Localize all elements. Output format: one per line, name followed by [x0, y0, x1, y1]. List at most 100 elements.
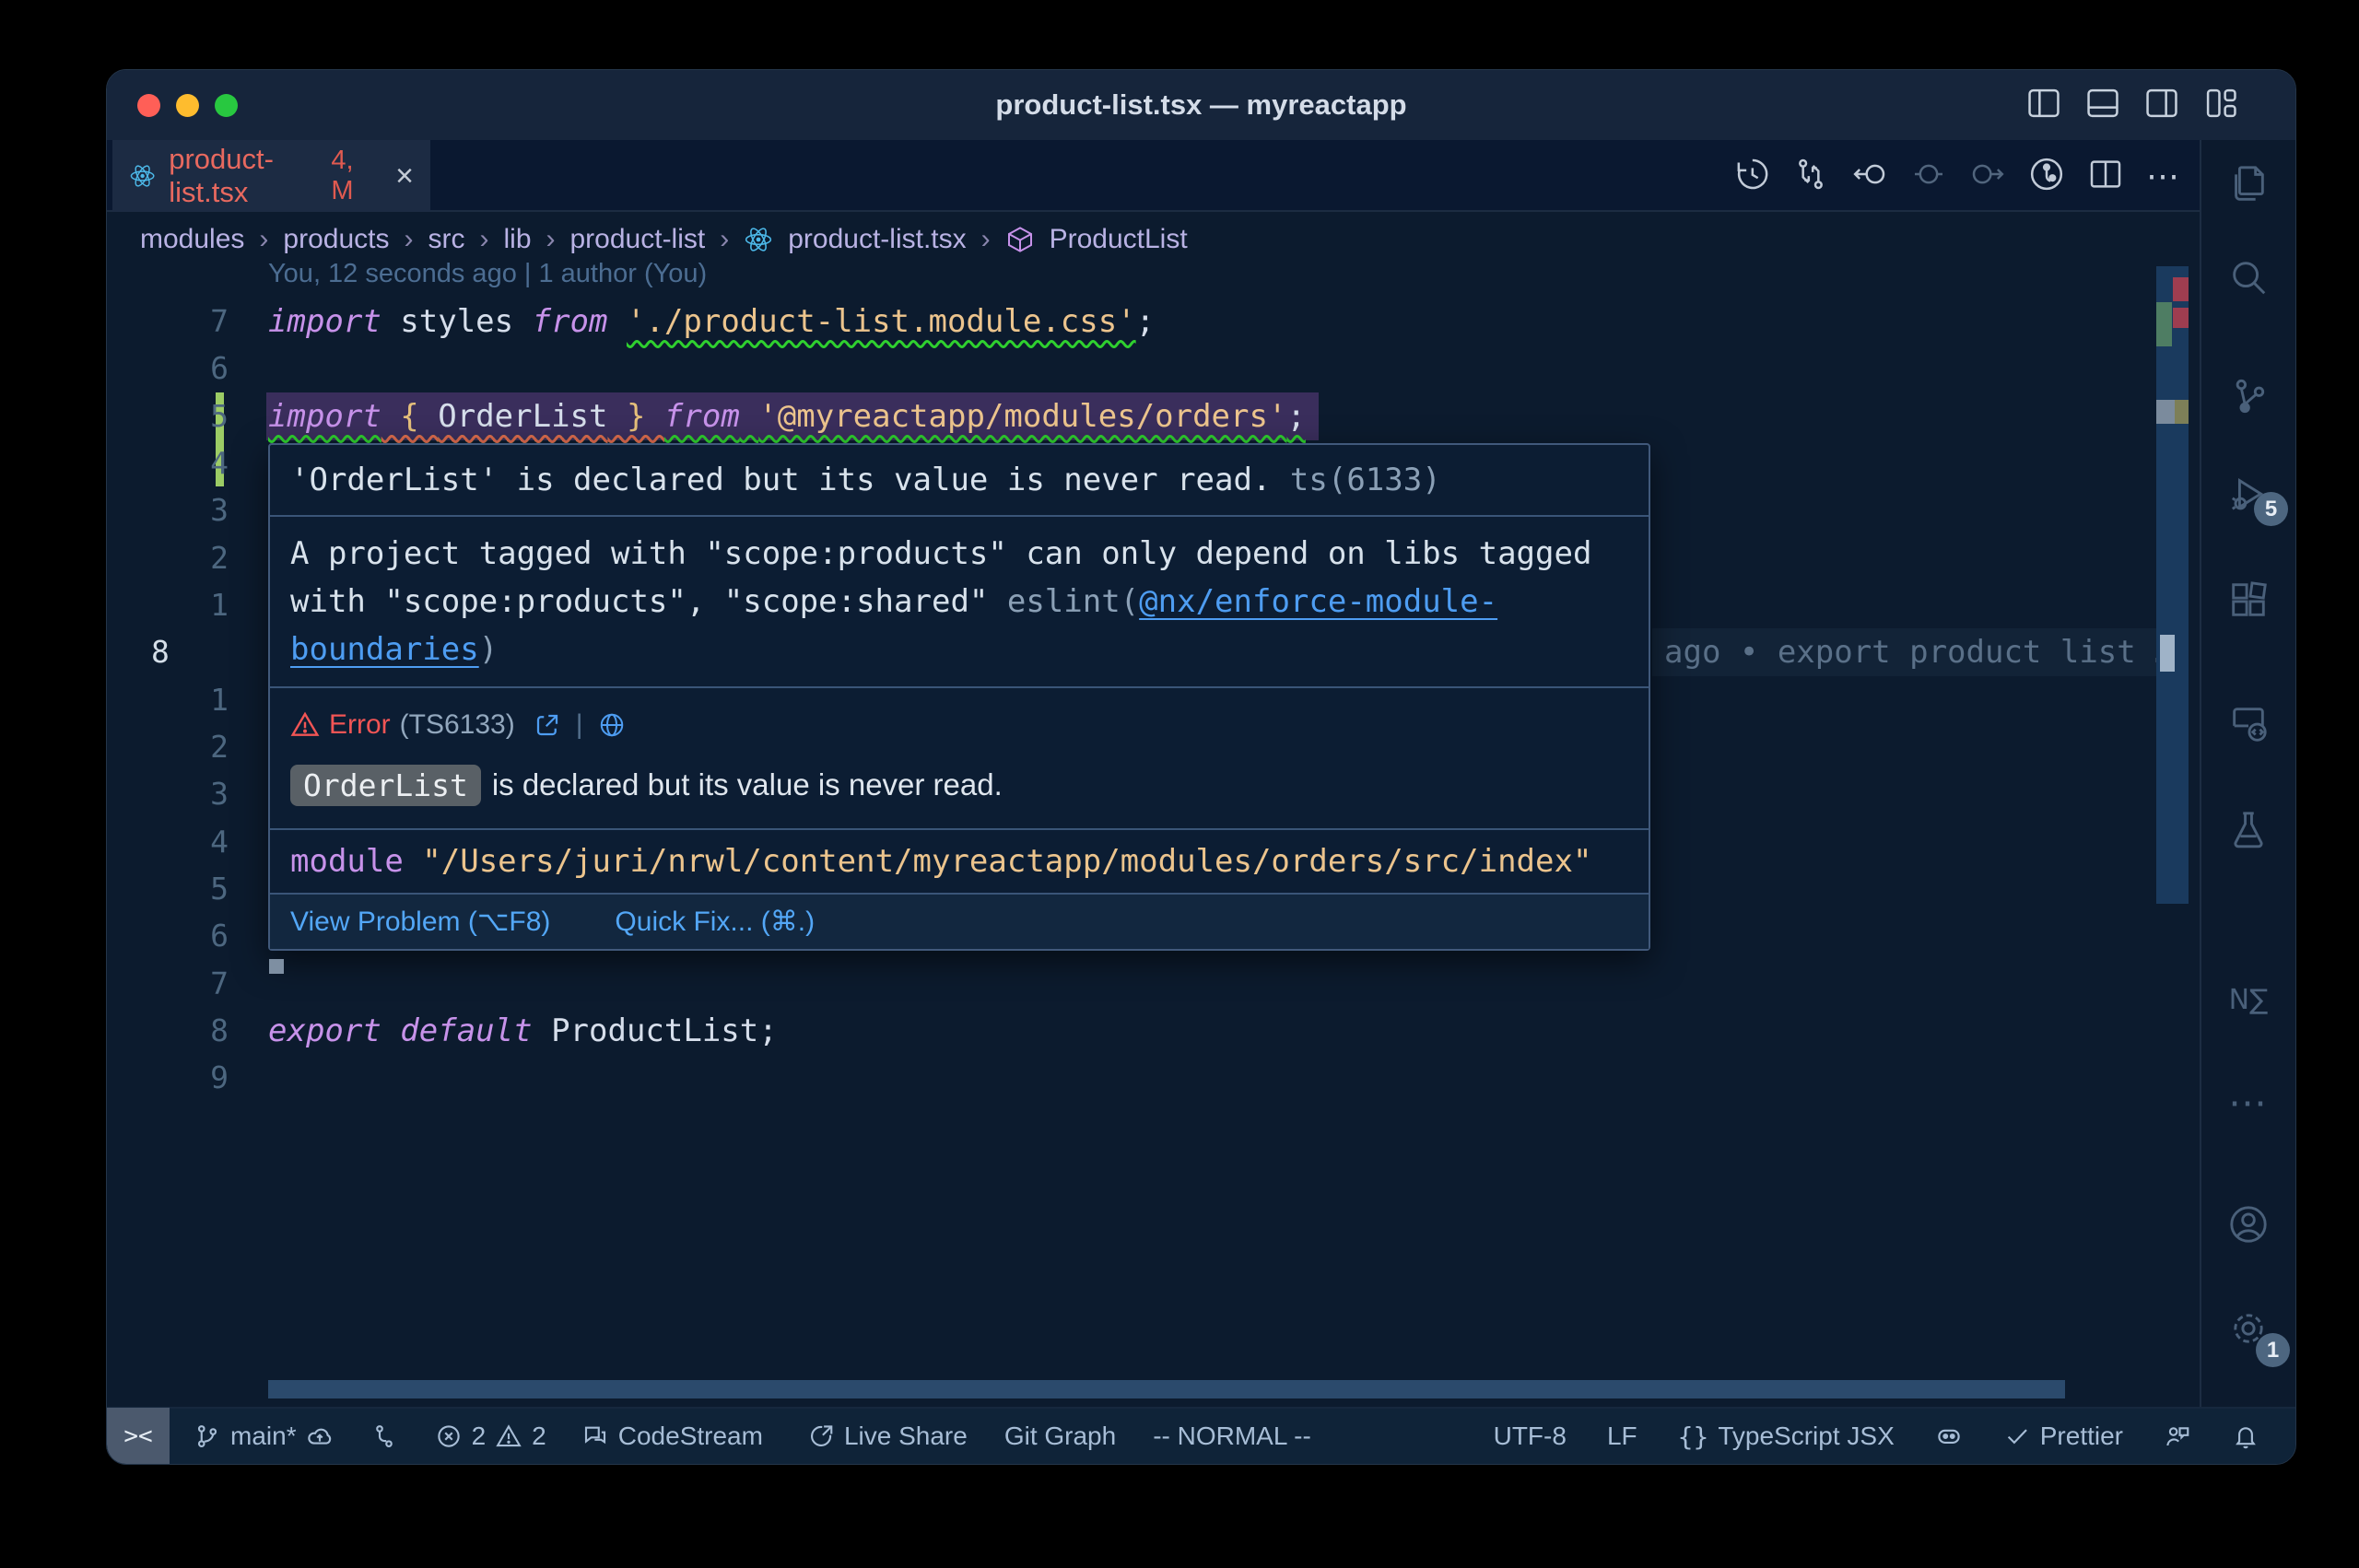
line-number: 6: [107, 912, 229, 960]
overview-ruler-cursor-mark: [2160, 635, 2175, 672]
keyword-import: import: [268, 398, 381, 435]
toggle-primary-sidebar-icon[interactable]: [2026, 88, 2061, 123]
line-number: 2: [107, 534, 229, 582]
line-number: 8: [107, 1007, 229, 1055]
account-icon[interactable]: [2227, 1203, 2270, 1246]
code-line-3[interactable]: import { OrderList } from '@myreactapp/m…: [268, 392, 1306, 440]
git-branch-item[interactable]: main*: [194, 1422, 334, 1451]
prettier-item[interactable]: Prettier: [2003, 1422, 2123, 1451]
testing-beaker-icon[interactable]: [2227, 809, 2270, 851]
breadcrumb-separator: ›: [259, 224, 268, 255]
vim-mode-item[interactable]: -- NORMAL --: [1153, 1422, 1311, 1451]
check-icon: [2003, 1422, 2031, 1450]
more-actions-icon[interactable]: ⋯: [2146, 157, 2183, 195]
codestream-label: CodeStream: [618, 1422, 763, 1451]
customize-layout-icon[interactable]: [2203, 88, 2238, 123]
breadcrumb-modules[interactable]: modules: [140, 224, 244, 255]
problems-item[interactable]: 2 2: [435, 1422, 546, 1451]
extensions-icon[interactable]: [2227, 579, 2270, 621]
previous-change-icon[interactable]: [1851, 156, 1888, 197]
line-number: 9: [107, 1054, 229, 1102]
source-control-icon[interactable]: [2227, 376, 2270, 418]
string-css-module-path: './product-list.module.css': [627, 303, 1136, 340]
bell-icon: [2232, 1422, 2259, 1450]
ts-diagnostic-message: 'OrderList' is declared but its value is…: [270, 445, 1649, 515]
brace-close: }: [607, 398, 663, 435]
semicolon: ;: [1136, 303, 1155, 340]
error-icon: [435, 1422, 463, 1450]
eslint-source-prefix: eslint(: [1007, 583, 1139, 620]
open-changes-icon[interactable]: [1792, 156, 1829, 197]
toggle-secondary-sidebar-icon[interactable]: [2144, 88, 2179, 123]
module-path-row: module "/Users/juri/nrwl/content/myreact…: [270, 830, 1649, 893]
quick-fix-action[interactable]: Quick Fix... (⌘.): [615, 906, 815, 938]
error-count: 2: [472, 1422, 487, 1451]
codestream-item[interactable]: CodeStream: [581, 1422, 763, 1451]
toggle-panel-icon[interactable]: [2085, 88, 2120, 123]
explorer-icon[interactable]: [2227, 162, 2270, 205]
warning-count: 2: [532, 1422, 546, 1451]
eol-item[interactable]: LF: [1607, 1422, 1637, 1451]
more-views-icon[interactable]: ⋯: [2228, 1080, 2269, 1125]
code-line-16[interactable]: export default ProductList;: [268, 1007, 778, 1055]
split-editor-icon[interactable]: [2087, 156, 2124, 197]
breadcrumb-product-list[interactable]: product-list: [570, 224, 706, 255]
horizontal-scrollbar[interactable]: [268, 1380, 2065, 1398]
breadcrumb-src[interactable]: src: [428, 224, 464, 255]
live-share-icon: [807, 1422, 835, 1450]
feedback-item[interactable]: [2164, 1422, 2191, 1450]
code-line-1[interactable]: import styles from './product-list.modul…: [268, 298, 1155, 345]
git-graph-label: Git Graph: [1004, 1422, 1116, 1451]
search-icon[interactable]: [2227, 256, 2270, 298]
keyword-from: from: [664, 398, 740, 435]
line-number: 4: [107, 818, 229, 866]
eslint-source-suffix: ): [479, 631, 498, 668]
breadcrumb-products[interactable]: products: [283, 224, 389, 255]
git-branch-circle-icon[interactable]: [2028, 156, 2065, 197]
git-graph-item[interactable]: Git Graph: [1004, 1422, 1116, 1451]
external-link-icon[interactable]: [534, 711, 561, 739]
line-number: 3: [107, 486, 229, 534]
change-circle-icon: [1910, 156, 1947, 197]
tab-close-icon[interactable]: ×: [395, 158, 414, 194]
overview-ruler[interactable]: [2156, 266, 2189, 904]
notifications-item[interactable]: [2232, 1422, 2259, 1450]
globe-icon[interactable]: [598, 711, 626, 739]
inline-git-blame: ago • export product list …: [1664, 628, 2174, 676]
language-mode-item[interactable]: {} TypeScript JSX: [1678, 1422, 1895, 1452]
line-number: 3: [107, 770, 229, 818]
remote-indicator[interactable]: ><: [107, 1408, 170, 1465]
window-title: product-list.tsx — myreactapp: [107, 70, 2295, 140]
tab-product-list[interactable]: product-list.tsx 4, M ×: [112, 140, 430, 212]
activity-bar: 5 N∑ ⋯ 1: [2200, 140, 2295, 1407]
error-detail-section: Error(TS6133) | OrderList is declared bu…: [270, 688, 1649, 828]
line-number: 6: [107, 345, 229, 392]
status-bar: >< main* 2 2 CodeStream Live Share Git G…: [107, 1407, 2295, 1464]
commit-graph-item[interactable]: [370, 1422, 398, 1450]
live-share-item[interactable]: Live Share: [807, 1422, 968, 1451]
module-path-string: "/Users/juri/nrwl/content/myreactapp/mod…: [404, 843, 1592, 880]
tooltip-resize-handle[interactable]: [269, 959, 284, 974]
remote-explorer-icon[interactable]: [2227, 703, 2270, 745]
breadcrumb-separator: ›: [720, 224, 729, 255]
nx-console-icon[interactable]: N∑: [2229, 984, 2269, 1016]
react-icon: [744, 225, 773, 254]
breadcrumb-file[interactable]: product-list.tsx: [788, 224, 966, 255]
space: [740, 398, 758, 435]
line-number: 1: [107, 676, 229, 724]
settings-badge: 1: [2256, 1333, 2290, 1367]
symbol-chip: OrderList: [290, 765, 481, 806]
brackets-icon: {}: [1678, 1422, 1709, 1452]
remote-glyph: ><: [123, 1422, 152, 1450]
breadcrumb-lib[interactable]: lib: [503, 224, 531, 255]
git-blame-codelens[interactable]: You, 12 seconds ago | 1 author (You): [268, 259, 707, 289]
breadcrumb-symbol[interactable]: ProductList: [1050, 224, 1188, 255]
source-control-badge: 5: [2254, 492, 2288, 526]
encoding-item[interactable]: UTF-8: [1494, 1422, 1567, 1451]
breadcrumb-separator: ›: [479, 224, 488, 255]
timeline-history-icon[interactable]: [1733, 156, 1770, 197]
view-problem-action[interactable]: View Problem (⌥F8): [290, 906, 550, 938]
copilot-item[interactable]: [1935, 1422, 1963, 1450]
language-label: TypeScript JSX: [1718, 1422, 1894, 1451]
semicolon: ;: [758, 1012, 777, 1049]
